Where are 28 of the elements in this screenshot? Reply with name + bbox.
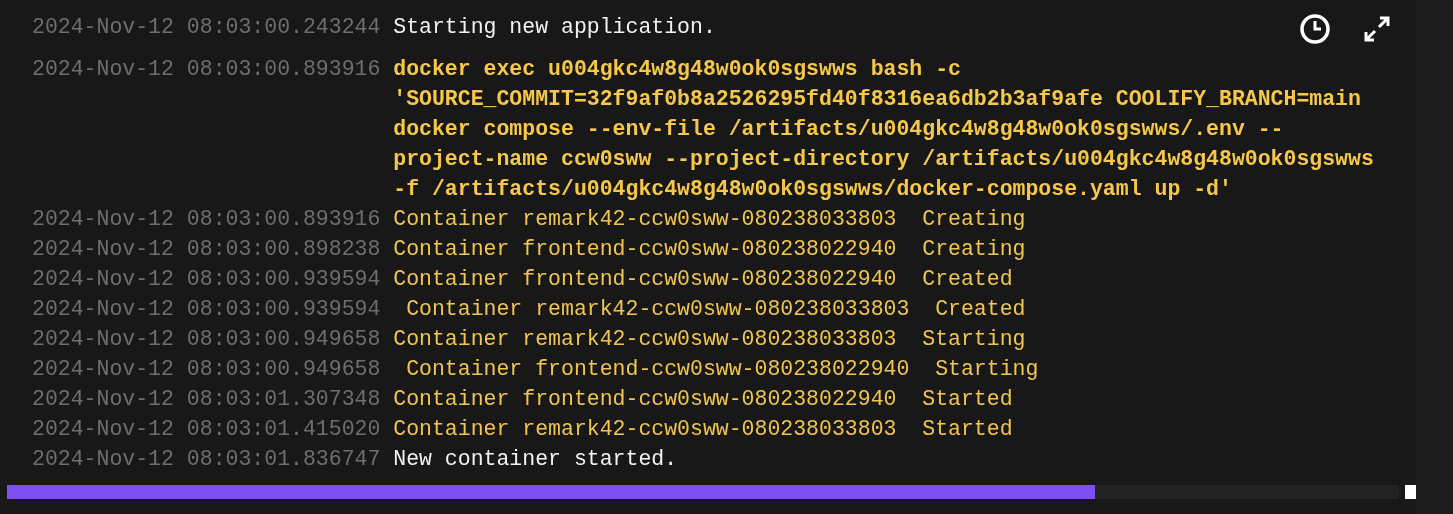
scrollbar-thumb[interactable] xyxy=(7,485,1095,499)
log-timestamp: 2024-Nov-12 08:03:00.939594 xyxy=(32,266,382,293)
log-message: Starting new application. xyxy=(393,14,716,41)
scrollbar-corner xyxy=(1405,485,1416,499)
log-timestamp: 2024-Nov-12 08:03:00.243244 xyxy=(32,14,382,41)
log-timestamp: 2024-Nov-12 08:03:00.898238 xyxy=(32,236,382,263)
timestamps-toggle-button[interactable] xyxy=(1298,12,1332,46)
log-timestamp: 2024-Nov-12 08:03:00.893916 xyxy=(32,56,382,83)
log-timestamp: 2024-Nov-12 08:03:00.893916 xyxy=(32,206,382,233)
log-message: Container frontend-ccw0sww-080238022940 Starting xyxy=(405,356,1039,383)
horizontal-scrollbar[interactable] xyxy=(7,485,1400,499)
log-message: New container started. xyxy=(393,446,678,473)
expand-icon xyxy=(1362,14,1392,44)
log-timestamp: 2024-Nov-12 08:03:00.949658 xyxy=(32,326,382,353)
log-message: Container frontend-ccw0sww-080238022940 Started xyxy=(393,386,1013,413)
log-message: Container frontend-ccw0sww-080238022940 Created xyxy=(393,266,1013,293)
clock-icon xyxy=(1299,13,1331,45)
log-message: Container remark42-ccw0sww-080238033803 Created xyxy=(405,296,1026,323)
log-message: Container remark42-ccw0sww-080238033803 Started xyxy=(393,416,1013,443)
log-message: Container frontend-ccw0sww-080238022940 Creating xyxy=(393,236,1026,263)
log-message: docker exec u004gkc4w8g48w0ok0sgswws bash -c 'SOURCE_COMMIT=32f9af0b8a2526295fd40f8316ea6db2b3af9afe COOLIFY_BRANCH=main docker compose --env-file /artifacts/u004gkc4w8g48w0ok0sgswws/.env --project-name ccw0sww --project-directory /artifacts/u004gkc4w8g48w0ok0sgswws -f /artifacts/u004gkc4w8g48w0ok0sgswws/docker-compose.yaml up -d' xyxy=(393,56,1374,203)
log-timestamp: 2024-Nov-12 08:03:00.939594 xyxy=(32,296,382,323)
log-timestamp: 2024-Nov-12 08:03:01.836747 xyxy=(32,446,382,473)
log-timestamp: 2024-Nov-12 08:03:01.307348 xyxy=(32,386,382,413)
log-message: Container remark42-ccw0sww-080238033803 Starting xyxy=(393,326,1026,353)
log-message: Container remark42-ccw0sww-080238033803 Creating xyxy=(393,206,1026,233)
log-timestamp: 2024-Nov-12 08:03:01.415020 xyxy=(32,416,382,443)
log-timestamp: 2024-Nov-12 08:03:00.949658 xyxy=(32,356,382,383)
